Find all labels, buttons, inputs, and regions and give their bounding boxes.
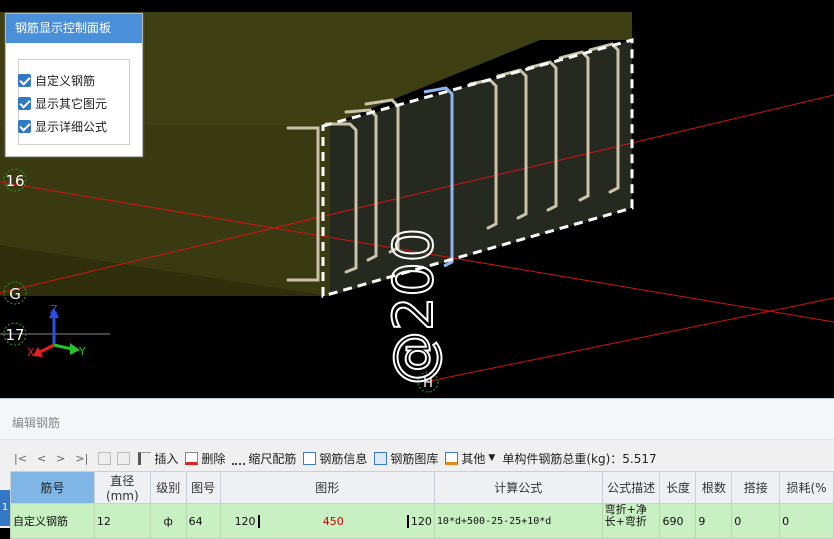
insert-button[interactable]: 插入 bbox=[138, 450, 178, 467]
column-header[interactable]: 根数 bbox=[695, 471, 733, 504]
axis-line-h bbox=[424, 297, 834, 383]
checkbox-checked-icon[interactable] bbox=[18, 74, 31, 87]
chevron-down-icon: ▼ bbox=[488, 453, 496, 463]
option-show-other-elements[interactable]: 显示其它图元 bbox=[18, 95, 107, 112]
panel-title: 钢筋显示控制面板 bbox=[6, 14, 142, 43]
cell-count[interactable]: 9 bbox=[695, 503, 733, 539]
nav-prev-button[interactable]: < bbox=[37, 452, 46, 465]
cell-grade[interactable]: ф bbox=[149, 503, 187, 539]
delete-button[interactable]: 删除 bbox=[185, 450, 225, 467]
column-header[interactable]: 筋号 bbox=[10, 471, 95, 504]
editor-title: 编辑钢筋 bbox=[12, 416, 61, 430]
table-header-row: 筋号 直径(mm) 级别 图号 图形 计算公式 公式描述 长度 根数 搭接 损耗… bbox=[10, 471, 834, 504]
spacing-dimension-text: @200 bbox=[382, 228, 445, 385]
insert-icon bbox=[138, 451, 152, 465]
column-header[interactable]: 公式描述 bbox=[601, 471, 661, 504]
axis-gizmo: Z X Y bbox=[27, 303, 86, 359]
rebar-editor-panel: 编辑钢筋 |< < > >| 插入 删除 缩尺配筋 钢筋信息 钢筋图库 其他 ▼… bbox=[0, 398, 834, 539]
other-dropdown-button[interactable]: 其他 ▼ bbox=[445, 450, 495, 467]
other-icon bbox=[445, 451, 459, 465]
editor-header: 编辑钢筋 bbox=[0, 399, 834, 440]
column-header[interactable]: 计算公式 bbox=[433, 471, 603, 504]
scale-rebar-button[interactable]: 缩尺配筋 bbox=[232, 450, 296, 467]
total-weight-label: 单构件钢筋总重(kg)：5.517 bbox=[502, 451, 657, 466]
column-header[interactable]: 长度 bbox=[659, 471, 697, 504]
nav-last-button[interactable]: >| bbox=[75, 452, 88, 465]
nav-next-button[interactable]: > bbox=[56, 452, 65, 465]
rebar-info-button[interactable]: 钢筋信息 bbox=[303, 450, 367, 467]
column-header[interactable]: 图形 bbox=[219, 471, 435, 504]
column-header[interactable]: 级别 bbox=[149, 471, 187, 504]
library-icon bbox=[374, 451, 388, 465]
column-header[interactable]: 图号 bbox=[185, 471, 221, 504]
cell-shape[interactable]: 120 450 120 bbox=[219, 503, 435, 539]
cell-description[interactable]: 弯折+净长+弯折 bbox=[601, 503, 661, 539]
rebar-table: 筋号 直径(mm) 级别 图号 图形 计算公式 公式描述 长度 根数 搭接 损耗… bbox=[10, 471, 834, 539]
svg-text:X: X bbox=[27, 346, 35, 359]
cell-length[interactable]: 690 bbox=[659, 503, 697, 539]
scale-rebar-icon bbox=[232, 452, 246, 465]
move-down-icon[interactable] bbox=[117, 451, 131, 465]
axis-bubble-17: 17 bbox=[3, 322, 27, 346]
svg-text:G: G bbox=[9, 285, 21, 303]
cell-lap[interactable]: 0 bbox=[731, 503, 781, 539]
shape-mid-length[interactable]: 450 bbox=[323, 515, 344, 528]
table-row[interactable]: 自定义钢筋 12 ф 64 120 450 120 10*d+500-25-25… bbox=[10, 503, 834, 539]
cell-figure-no[interactable]: 64 bbox=[185, 503, 221, 539]
cell-formula[interactable]: 10*d+500-25-25+10*d bbox=[433, 503, 603, 539]
option-show-detailed-formula[interactable]: 显示详细公式 bbox=[18, 118, 107, 135]
rebar-display-control-panel: 钢筋显示控制面板 自定义钢筋 显示其它图元 显示详细公式 bbox=[5, 13, 143, 157]
shape-left-length[interactable]: 120 bbox=[235, 514, 260, 528]
svg-text:Y: Y bbox=[78, 345, 86, 358]
svg-text:17: 17 bbox=[5, 326, 24, 344]
nav-first-button[interactable]: |< bbox=[14, 452, 27, 465]
checkbox-checked-icon[interactable] bbox=[18, 97, 31, 110]
svg-text:16: 16 bbox=[5, 172, 24, 190]
checkbox-checked-icon[interactable] bbox=[18, 120, 31, 133]
editor-toolbar: |< < > >| 插入 删除 缩尺配筋 钢筋信息 钢筋图库 其他 ▼ 单构件钢… bbox=[14, 447, 657, 469]
svg-text:Z: Z bbox=[50, 303, 58, 316]
option-custom-rebar[interactable]: 自定义钢筋 bbox=[18, 72, 95, 89]
document-icon bbox=[303, 451, 317, 465]
row-index-indicator[interactable]: 1 bbox=[0, 490, 10, 526]
cell-loss[interactable]: 0 bbox=[779, 503, 834, 539]
cell-diameter[interactable]: 12 bbox=[93, 503, 151, 539]
column-header[interactable]: 直径(mm) bbox=[93, 471, 151, 504]
axis-bubble-16: 16 bbox=[3, 168, 27, 192]
3d-viewport[interactable]: 16 G 17 H @200 Z X Y 钢筋显示控制面板 自定义钢筋 显示其它… bbox=[0, 0, 834, 398]
move-up-icon[interactable] bbox=[98, 451, 112, 465]
cell-name[interactable]: 自定义钢筋 bbox=[10, 503, 95, 539]
column-header[interactable]: 搭接 bbox=[731, 471, 781, 504]
shape-right-length[interactable]: 120 bbox=[406, 514, 432, 528]
column-header[interactable]: 损耗(% bbox=[779, 471, 834, 504]
delete-icon bbox=[185, 451, 199, 465]
rebar-library-button[interactable]: 钢筋图库 bbox=[374, 450, 438, 467]
